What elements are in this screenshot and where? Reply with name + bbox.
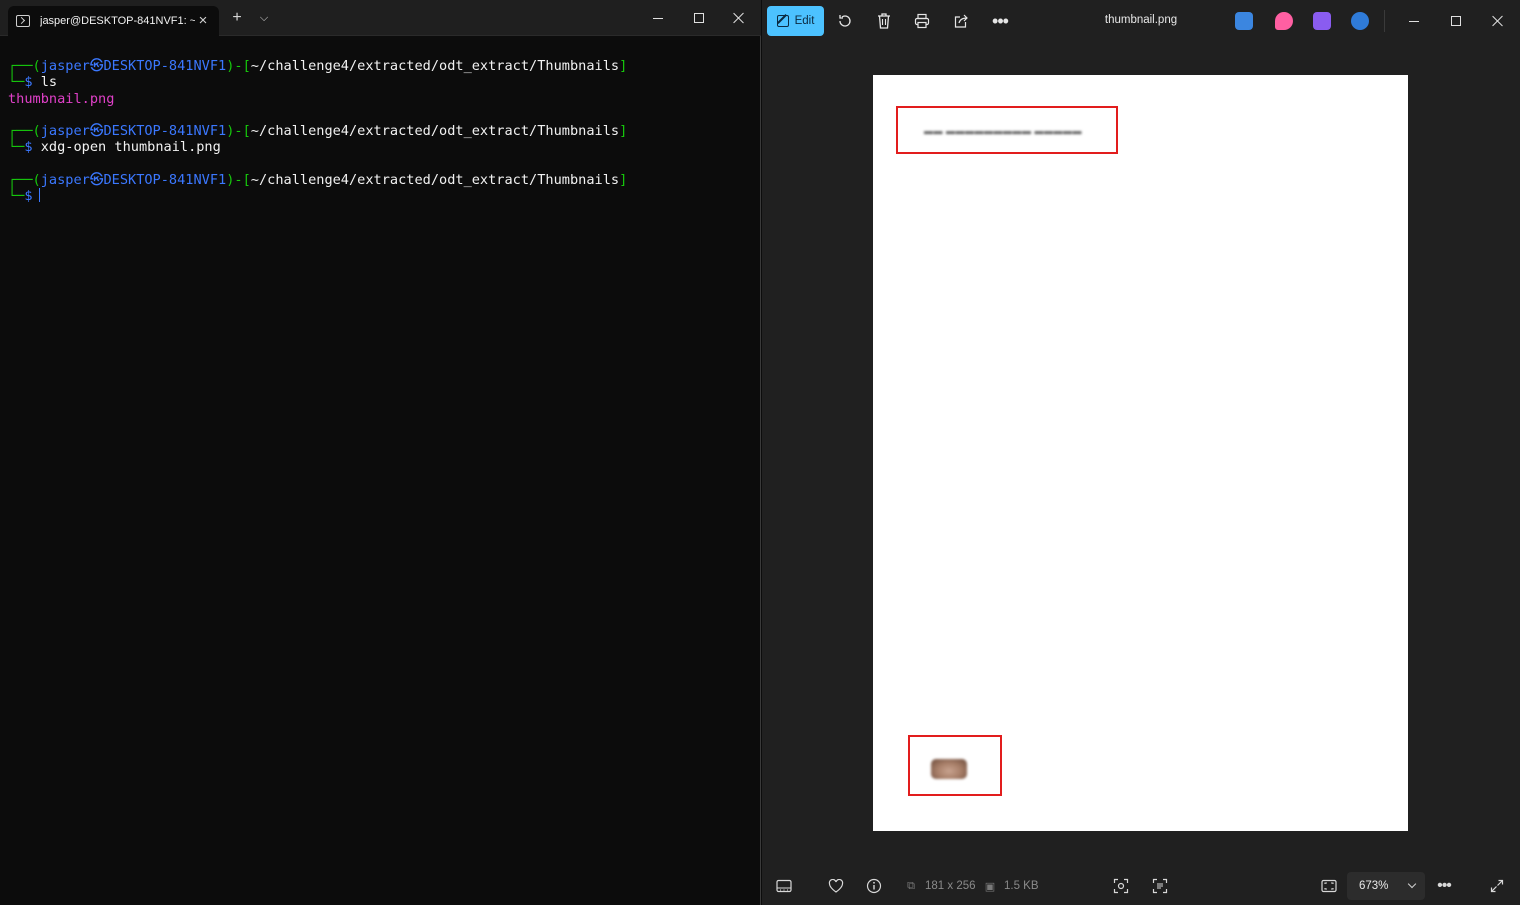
maximize-icon <box>1451 16 1461 26</box>
prompt-dollar: $ <box>24 139 33 156</box>
prompt-box: ] <box>619 172 628 189</box>
minimize-icon <box>653 17 663 19</box>
text-cursor <box>38 188 40 203</box>
text-scan-icon[interactable] <box>1151 877 1169 895</box>
designer-app-icon[interactable] <box>1275 12 1293 30</box>
prompt-dollar: $ <box>24 74 33 91</box>
new-tab-button[interactable]: + <box>226 8 248 28</box>
viewer-maximize-button[interactable] <box>1443 9 1469 33</box>
heart-icon[interactable] <box>827 877 845 895</box>
prompt-line: ┌──(jasper㉿DESKTOP-841NVF1)-[~/challenge… <box>8 58 627 74</box>
info-icon[interactable] <box>865 877 883 895</box>
prompt-at: ㉿ <box>89 123 104 140</box>
prompt-box: ] <box>619 123 628 140</box>
fit-window-icon[interactable] <box>1320 877 1338 895</box>
edit-label: Edit <box>794 15 815 27</box>
highlight-box-photo <box>908 735 1002 796</box>
tab-title: jasper@DESKTOP-841NVF1: ~, <box>40 15 195 27</box>
photos-viewer-window: Edit ••• thumbnail.png ▬▬ ▬▬▬▬▬▬▬▬▬ ▬▬▬▬… <box>762 0 1520 905</box>
prompt-host: DESKTOP-841NVF1 <box>103 172 227 189</box>
prompt-host: DESKTOP-841NVF1 <box>103 123 227 140</box>
maximize-button[interactable] <box>686 6 712 30</box>
toolbar-divider <box>1384 10 1385 32</box>
prompt-user: jasper <box>40 58 90 74</box>
more-dots-icon[interactable]: ••• <box>1435 877 1453 895</box>
zoom-level: 673% <box>1359 880 1389 892</box>
close-button[interactable] <box>726 6 752 30</box>
prompt-box: ] <box>619 58 628 74</box>
photo-editor-app-icon[interactable] <box>1235 12 1253 30</box>
blurred-title-text: ▬▬ ▬▬▬▬▬▬▬▬▬ ▬▬▬▬▬ <box>924 126 1083 136</box>
tab-dropdown-chevron-icon[interactable]: ⌵ <box>253 8 275 28</box>
prompt-box: └─ <box>8 74 25 91</box>
terminal-output[interactable]: ┌──(jasper㉿DESKTOP-841NVF1)-[~/challenge… <box>8 58 627 205</box>
displayed-image[interactable]: ▬▬ ▬▬▬▬▬▬▬▬▬ ▬▬▬▬▬ <box>873 75 1408 831</box>
prompt-box: ┌──( <box>8 58 41 74</box>
edit-button[interactable]: Edit <box>767 6 824 36</box>
command-line: └─$ <box>8 188 627 204</box>
minimize-button[interactable] <box>645 6 671 30</box>
printer-icon[interactable] <box>912 11 932 31</box>
highlight-box-title: ▬▬ ▬▬▬▬▬▬▬▬▬ ▬▬▬▬▬ <box>896 106 1118 154</box>
prompt-box: ┌──( <box>8 172 41 189</box>
terminal-icon <box>16 15 30 27</box>
visual-search-icon[interactable] <box>1112 877 1130 895</box>
terminal-titlebar: jasper@DESKTOP-841NVF1: ~, × + ⌵ <box>0 0 761 36</box>
prompt-user: jasper <box>40 123 90 140</box>
zoom-dropdown[interactable]: 673% <box>1347 872 1425 900</box>
prompt-box: )-[ <box>226 123 251 140</box>
edit-pen-icon <box>776 15 789 27</box>
terminal-tab[interactable]: jasper@DESKTOP-841NVF1: ~, × <box>8 6 219 36</box>
fullscreen-icon[interactable] <box>1488 877 1506 895</box>
prompt-user: jasper <box>40 172 90 189</box>
close-icon <box>1492 15 1504 27</box>
prompt-path: ~/challenge4/extracted/odt_extract/Thumb… <box>250 58 620 74</box>
prompt-box: └─ <box>8 139 25 156</box>
prompt-at: ㉿ <box>89 58 104 74</box>
close-icon <box>733 12 745 24</box>
prompt-box: )-[ <box>226 58 251 74</box>
viewer-minimize-button[interactable] <box>1401 9 1427 33</box>
blurred-face-image <box>931 759 967 779</box>
viewer-close-button[interactable] <box>1485 9 1511 33</box>
share-icon[interactable] <box>951 11 971 31</box>
filmstrip-icon[interactable] <box>775 877 793 895</box>
command-text: ls <box>40 74 58 91</box>
chevron-down-icon <box>1407 879 1417 889</box>
file-title: thumbnail.png <box>1104 14 1178 26</box>
prompt-path: ~/challenge4/extracted/odt_extract/Thumb… <box>250 172 620 189</box>
file-size-icon: ▣ <box>984 880 996 893</box>
maximize-icon <box>694 13 704 23</box>
viewer-status-bar: ⧉ 181 x 256 ▣ 1.5 KB 673% ••• <box>762 866 1520 905</box>
viewer-toolbar: Edit ••• thumbnail.png <box>762 0 1520 44</box>
command-text: xdg-open thumbnail.png <box>40 139 221 156</box>
command-line: └─$ xdg-open thumbnail.png <box>8 139 627 155</box>
prompt-box: )-[ <box>226 172 251 189</box>
prompt-box: ┌──( <box>8 123 41 140</box>
prompt-box: └─ <box>8 188 25 205</box>
prompt-path: ~/challenge4/extracted/odt_extract/Thumb… <box>250 123 620 140</box>
rotate-icon[interactable] <box>835 11 855 31</box>
prompt-line: ┌──(jasper㉿DESKTOP-841NVF1)-[~/challenge… <box>8 172 627 188</box>
terminal-window: jasper@DESKTOP-841NVF1: ~, × + ⌵ ┌──(jas… <box>0 0 761 905</box>
clipchamp-app-icon[interactable] <box>1313 12 1331 30</box>
minimize-icon <box>1409 20 1419 22</box>
file-size: 1.5 KB <box>1004 880 1039 892</box>
prompt-at: ㉿ <box>89 172 104 189</box>
prompt-line: ┌──(jasper㉿DESKTOP-841NVF1)-[~/challenge… <box>8 123 627 139</box>
image-dimensions: 181 x 256 <box>925 880 976 892</box>
command-output: thumbnail.png <box>8 90 115 107</box>
trash-icon[interactable] <box>874 11 894 31</box>
tab-close-icon[interactable]: × <box>195 13 211 29</box>
prompt-host: DESKTOP-841NVF1 <box>103 58 227 74</box>
onedrive-icon[interactable] <box>1351 12 1369 30</box>
dimensions-icon: ⧉ <box>907 879 915 892</box>
prompt-dollar: $ <box>24 188 33 205</box>
more-dots-icon[interactable]: ••• <box>990 11 1010 31</box>
command-line: └─$ ls <box>8 74 627 90</box>
